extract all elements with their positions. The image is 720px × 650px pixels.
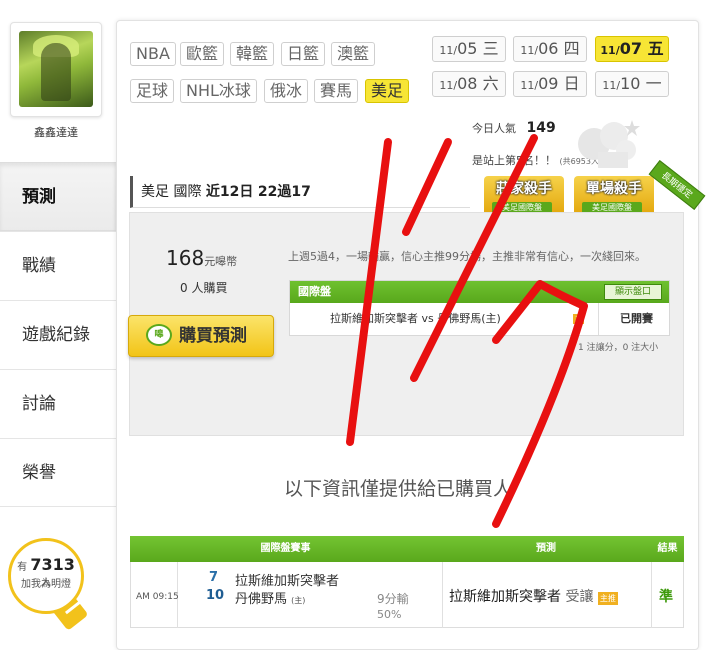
date-tab-1109[interactable]: 11/09 日	[513, 71, 587, 97]
coin-icon: 嗥	[146, 324, 172, 346]
sport-tab-soccer[interactable]: 足球	[130, 79, 175, 103]
sport-tab-nba[interactable]: NBA	[130, 42, 176, 66]
history-table-header: 國際盤賽事 預測 結果	[130, 536, 684, 562]
avatar[interactable]	[19, 31, 93, 107]
prediction-match: 拉斯維加斯突擊者 vs 丹佛野馬(主)	[330, 312, 501, 325]
record-summary: 美足 國際 近12日 22過17	[130, 176, 470, 208]
sport-tab-japan-basketball[interactable]: 日籃	[281, 42, 326, 66]
popularity-decoration-icon	[578, 120, 640, 168]
prediction-match-row: 拉斯維加斯突擊者 vs 丹佛野馬(主) 主 已開賽	[290, 303, 669, 335]
date-tab-1106[interactable]: 11/06 四	[513, 36, 587, 62]
date-tab-1110[interactable]: 11/10 一	[595, 71, 669, 97]
prediction-table: 國際盤 顯示盤口 拉斯維加斯突擊者 vs 丹佛野馬(主) 主 已開賽	[289, 280, 670, 336]
sport-tab-american-football[interactable]: 美足	[365, 79, 410, 103]
spread-result: 9分輸	[377, 592, 409, 606]
date-tab-1107[interactable]: 11/07 五	[595, 36, 669, 62]
username[interactable]: 鑫鑫達達	[0, 124, 112, 140]
away-score: 7	[209, 570, 219, 585]
sidebar-item-predict[interactable]: 預測	[0, 162, 116, 231]
follow-lamp-button[interactable]: 有 7313 人 加我為明燈	[8, 538, 84, 614]
date-tab-1105[interactable]: 11/05 三	[432, 36, 506, 62]
match-time: AM 09:15	[136, 592, 179, 602]
sport-tab-russia-hockey[interactable]: 俄冰	[264, 79, 309, 103]
sidebar-item-record[interactable]: 戰績	[0, 231, 116, 300]
pick-percentage: 50%	[377, 608, 402, 621]
history-header-result: 結果	[657, 543, 678, 554]
home-score: 10	[206, 588, 225, 603]
sidebar-item-discussion[interactable]: 討論	[0, 369, 116, 438]
sidebar-item-honor[interactable]: 榮譽	[0, 438, 116, 507]
date-tab-1108[interactable]: 11/08 六	[432, 71, 506, 97]
lamp-caption: 加我為明燈	[21, 579, 71, 590]
history-row: AM 09:15 7 10 拉斯維加斯突擊者 丹佛野馬 (主) 9分輸 50% …	[130, 562, 684, 628]
sport-tab-euro-basketball[interactable]: 歐籃	[180, 42, 225, 66]
popularity: 今日人氣 149	[472, 120, 556, 136]
predicted-pick: 拉斯維加斯突擊者 受讓 主推	[449, 589, 618, 605]
badge-single-game-killer: 單場殺手 美足國際盤	[574, 176, 654, 216]
sport-tab-nhl[interactable]: NHL冰球	[180, 79, 257, 103]
purchase-only-notice: 以下資訊僅提供給已購買人	[284, 478, 513, 500]
show-odds-button[interactable]: 顯示盤口	[604, 284, 662, 300]
prediction-description: 上週5過4，一場輸贏，信心主推99分場，主推非常有信心，一次綫回來。	[288, 250, 646, 263]
history-header-prediction: 預測	[536, 543, 556, 554]
home-team-row: 丹佛野馬 (主)	[235, 592, 306, 607]
sport-tab-aus-basketball[interactable]: 澳籃	[331, 42, 376, 66]
away-team: 拉斯維加斯突擊者	[235, 574, 340, 589]
sidebar-item-game-log[interactable]: 遊戲紀錄	[0, 300, 116, 369]
host-tag: 主	[573, 314, 584, 324]
price: 168元嗥幣	[166, 246, 238, 270]
sport-tab-korea-basketball[interactable]: 韓籃	[230, 42, 275, 66]
buyer-count: 0 人購買	[180, 281, 228, 295]
history-header-match: 國際盤賽事	[260, 543, 311, 554]
badge-bookmaker-killer: 莊家殺手 美足國際盤	[484, 176, 564, 216]
result-accurate: 準	[659, 589, 673, 605]
avatar-card[interactable]	[10, 22, 102, 117]
match-status: 已開賽	[620, 312, 653, 325]
prediction-note: 1 注讓分，0 注大小	[578, 343, 659, 353]
sport-tab-horse-racing[interactable]: 賽馬	[314, 79, 359, 103]
